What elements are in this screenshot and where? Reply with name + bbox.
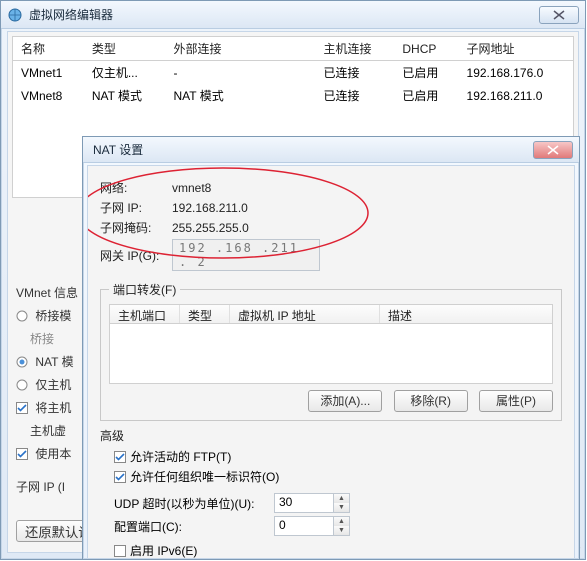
child-body: 网络: vmnet8 子网 IP: 192.168.211.0 子网掩码: 25… [87, 165, 575, 559]
enable-ipv6-check[interactable]: 启用 IPv6(E) [114, 542, 562, 559]
port-forward-header: 主机端口 类型 虚拟机 IP 地址 描述 [109, 304, 553, 324]
subnet-ip-label: 子网 IP (I [16, 478, 86, 495]
cell-type: 仅主机... [84, 61, 166, 85]
bridge-radio[interactable]: 桥接模 [16, 307, 86, 324]
allow-ftp-label: 允许活动的 FTP(T) [130, 448, 231, 465]
spinner[interactable]: ▲▼ [334, 493, 350, 513]
subnet-ip-row: 子网 IP: 192.168.211.0 [100, 199, 562, 216]
close-button[interactable] [533, 141, 573, 159]
cell-host: 已连接 [315, 61, 394, 85]
col-type[interactable]: 类型 [180, 305, 230, 323]
close-icon [547, 145, 559, 155]
allow-oui-check[interactable]: 允许任何组织唯一标识符(O) [114, 468, 562, 485]
add-button[interactable]: 添加(A)... [308, 390, 382, 412]
col-type[interactable]: 类型 [84, 37, 166, 61]
cell-host: 已连接 [315, 84, 394, 107]
col-desc[interactable]: 描述 [380, 305, 552, 323]
cell-subnet: 192.168.211.0 [459, 84, 574, 107]
col-subnet[interactable]: 子网地址 [459, 37, 574, 61]
spinner[interactable]: ▲▼ [334, 516, 350, 536]
cell-dhcp: 已启用 [394, 61, 458, 85]
network-label: 网络: [100, 179, 172, 196]
radio-icon [16, 310, 28, 322]
config-port-row: 配置端口(C): 0▲▼ [114, 516, 562, 536]
connect-host-check[interactable]: 将主机 [16, 399, 86, 416]
vmnet-info-panel: VMnet 信息 桥接模 桥接 NAT 模 仅主机 将主机 主机虚 使用本 [16, 278, 86, 501]
chevron-up-icon: ▲ [334, 517, 349, 526]
cell-dhcp: 已启用 [394, 84, 458, 107]
network-value: vmnet8 [172, 181, 211, 195]
col-hostport[interactable]: 主机端口 [110, 305, 180, 323]
col-host[interactable]: 主机连接 [315, 37, 394, 61]
port-forward-buttons: 添加(A)... 移除(R) 属性(P) [109, 390, 553, 412]
udp-timeout-label: UDP 超时(以秒为单位)(U): [114, 495, 274, 512]
chevron-down-icon: ▼ [334, 503, 349, 512]
nat-label: NAT 模 [35, 355, 73, 369]
subnet-ip-value: 192.168.211.0 [172, 201, 248, 215]
cell-name: VMnet1 [13, 61, 84, 85]
cell-name: VMnet8 [13, 84, 84, 107]
nat-radio[interactable]: NAT 模 [16, 353, 86, 370]
subnet-mask-row: 子网掩码: 255.255.255.0 [100, 219, 562, 236]
close-button[interactable] [539, 6, 579, 24]
hostonly-radio[interactable]: 仅主机 [16, 376, 86, 393]
checkbox-icon [16, 448, 28, 460]
cell-subnet: 192.168.176.0 [459, 61, 574, 85]
checkbox-icon [114, 451, 126, 463]
vmnet-info-label: VMnet 信息 [16, 284, 86, 301]
table-row[interactable]: VMnet8 NAT 模式 NAT 模式 已连接 已启用 192.168.211… [13, 84, 574, 107]
checkbox-icon [16, 402, 28, 414]
allow-ftp-check[interactable]: 允许活动的 FTP(T) [114, 448, 562, 465]
gateway-ip-input[interactable]: 192 .168 .211 . 2 [172, 239, 320, 271]
allow-oui-label: 允许任何组织唯一标识符(O) [130, 468, 279, 485]
use-local-check[interactable]: 使用本 [16, 445, 86, 462]
col-dhcp[interactable]: DHCP [394, 37, 458, 61]
bridge-label: 桥接模 [35, 309, 71, 323]
parent-title: 虚拟网络编辑器 [29, 6, 537, 23]
checkbox-icon [114, 545, 126, 557]
child-titlebar[interactable]: NAT 设置 [83, 137, 579, 163]
udp-timeout-input[interactable]: 30 [274, 493, 334, 513]
bridge-to-label: 桥接 [30, 330, 86, 347]
cell-ext: - [165, 61, 315, 85]
port-forward-legend: 端口转发(F) [109, 281, 180, 298]
radio-icon [16, 356, 28, 368]
port-forward-group: 端口转发(F) 主机端口 类型 虚拟机 IP 地址 描述 添加(A)... 移除… [100, 281, 562, 421]
use-local-label: 使用本 [35, 447, 71, 461]
table-row[interactable]: VMnet1 仅主机... - 已连接 已启用 192.168.176.0 [13, 61, 574, 85]
table-header: 名称 类型 外部连接 主机连接 DHCP 子网地址 [13, 37, 574, 61]
connect-host-label: 将主机 [35, 401, 71, 415]
config-port-input[interactable]: 0 [274, 516, 334, 536]
subnet-mask-value: 255.255.255.0 [172, 221, 249, 235]
udp-timeout-row: UDP 超时(以秒为单位)(U): 30▲▼ [114, 493, 562, 513]
enable-ipv6-label: 启用 IPv6(E) [130, 542, 197, 559]
col-ext[interactable]: 外部连接 [165, 37, 315, 61]
config-port-label: 配置端口(C): [114, 518, 274, 535]
child-title: NAT 设置 [89, 141, 531, 158]
subnet-mask-label: 子网掩码: [100, 219, 172, 236]
cell-ext: NAT 模式 [165, 84, 315, 107]
app-icon [7, 7, 23, 23]
col-vmip[interactable]: 虚拟机 IP 地址 [230, 305, 380, 323]
nat-settings-dialog: NAT 设置 网络: vmnet8 子网 IP: 192.168.211.0 子… [82, 136, 580, 560]
port-forward-list[interactable] [109, 324, 553, 384]
hostonly-label: 仅主机 [35, 378, 71, 392]
col-name[interactable]: 名称 [13, 37, 84, 61]
chevron-up-icon: ▲ [334, 494, 349, 503]
subnet-ip-label: 子网 IP: [100, 199, 172, 216]
close-icon [553, 10, 565, 20]
gateway-row: 网关 IP(G): 192 .168 .211 . 2 [100, 239, 562, 271]
checkbox-icon [114, 471, 126, 483]
advanced-label: 高级 [100, 427, 562, 444]
chevron-down-icon: ▼ [334, 526, 349, 535]
radio-icon [16, 379, 28, 391]
remove-button[interactable]: 移除(R) [394, 390, 468, 412]
properties-button[interactable]: 属性(P) [479, 390, 553, 412]
host-vadapter-label: 主机虚 [30, 422, 86, 439]
cell-type: NAT 模式 [84, 84, 166, 107]
parent-titlebar[interactable]: 虚拟网络编辑器 [1, 1, 585, 29]
network-row: 网络: vmnet8 [100, 179, 562, 196]
gateway-label: 网关 IP(G): [100, 247, 172, 264]
